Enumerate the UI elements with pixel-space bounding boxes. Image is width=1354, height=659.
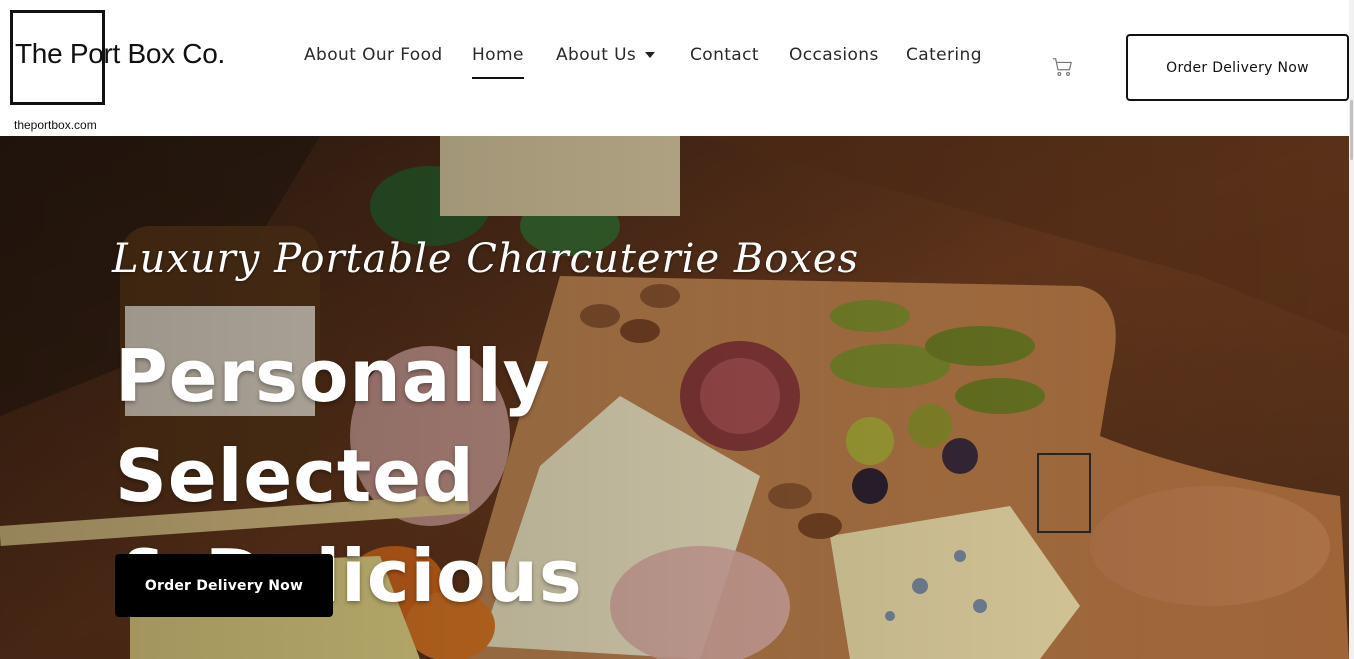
logo-text[interactable]: The Port Box Co. — [15, 38, 225, 70]
nav-home[interactable]: Home — [472, 45, 524, 79]
chevron-down-icon — [645, 52, 656, 58]
nav-occasions[interactable]: Occasions — [789, 45, 879, 65]
nav-about-us-label: About Us — [556, 45, 637, 65]
order-delivery-button-hero[interactable]: Order Delivery Now — [115, 554, 333, 617]
logo-url: theportbox.com — [14, 118, 97, 132]
order-delivery-button-header[interactable]: Order Delivery Now — [1126, 34, 1349, 101]
nav-about-us[interactable]: About Us — [556, 45, 656, 65]
nav-catering[interactable]: Catering — [906, 45, 982, 65]
nav-contact[interactable]: Contact — [690, 45, 759, 65]
site-header: The Port Box Co. theportbox.com About Ou… — [0, 0, 1354, 136]
page-scrollbar[interactable] — [1349, 0, 1354, 659]
hero-tagline: Luxury Portable Charcuterie Boxes — [112, 236, 860, 282]
hero-headline-line1: Personally Selected — [115, 334, 551, 518]
page-scrollbar-thumb[interactable] — [1350, 100, 1353, 160]
nav-about-our-food[interactable]: About Our Food — [304, 45, 443, 65]
cart-icon[interactable] — [1052, 56, 1074, 78]
hero-section: Luxury Portable Charcuterie Boxes Person… — [0, 136, 1349, 659]
